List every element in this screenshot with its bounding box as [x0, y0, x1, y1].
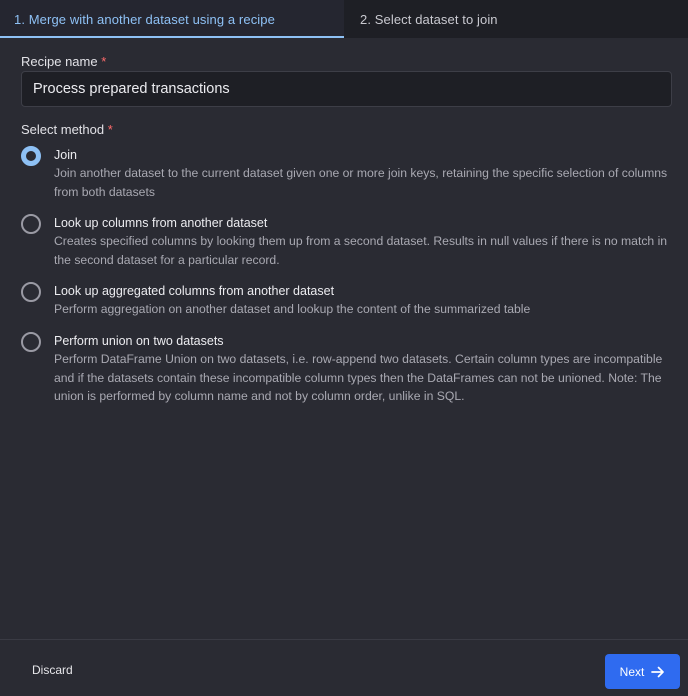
select-method-label: Select method *	[21, 122, 113, 137]
method-title: Join	[54, 148, 77, 162]
arrow-right-icon	[651, 666, 665, 678]
tab-label: 1. Merge with another dataset using a re…	[14, 11, 275, 27]
tab-label: 2. Select dataset to join	[360, 11, 498, 27]
method-title: Look up columns from another dataset	[54, 216, 268, 230]
radio-button[interactable]	[21, 282, 41, 302]
required-marker: *	[107, 122, 113, 137]
method-description: Join another dataset to the current data…	[54, 166, 668, 199]
next-button-label: Next	[619, 664, 645, 679]
radio-button[interactable]	[21, 214, 41, 234]
recipe-name-label-text: Recipe name	[21, 54, 98, 69]
radio-button[interactable]	[21, 332, 41, 352]
select-method-label-text: Select method	[21, 122, 105, 137]
tab-select-dataset[interactable]: 2. Select dataset to join	[344, 0, 688, 38]
wizard-tabs: 1. Merge with another dataset using a re…	[0, 0, 688, 38]
tab-merge-recipe[interactable]: 1. Merge with another dataset using a re…	[0, 0, 344, 38]
method-description: Creates specified columns by looking the…	[54, 234, 668, 267]
method-description: Perform aggregation on another dataset a…	[54, 302, 531, 316]
recipe-name-label: Recipe name *	[21, 54, 106, 69]
next-button[interactable]: Next	[605, 654, 680, 689]
merge-dataset-dialog: 1. Merge with another dataset using a re…	[0, 0, 688, 696]
required-marker: *	[101, 54, 107, 69]
discard-button[interactable]: Discard	[32, 663, 73, 677]
method-title: Perform union on two datasets	[54, 334, 224, 348]
method-description: Perform DataFrame Union on two datasets,…	[54, 352, 663, 403]
radio-button-selected[interactable]	[21, 146, 41, 166]
method-title: Look up aggregated columns from another …	[54, 284, 335, 298]
dialog-footer: Discard Next	[0, 639, 688, 696]
recipe-name-input[interactable]	[21, 71, 672, 107]
